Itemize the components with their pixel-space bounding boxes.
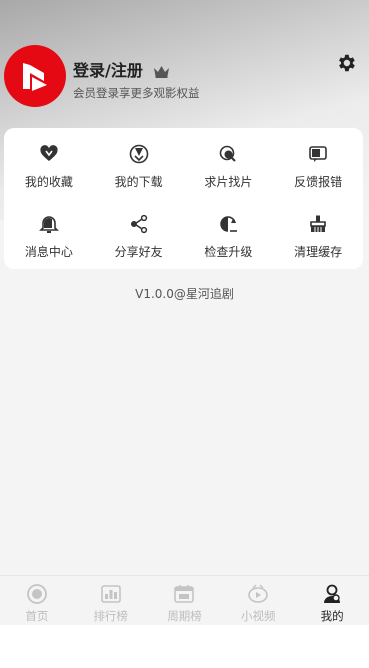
update-icon bbox=[218, 214, 238, 234]
tab-ranking[interactable]: 排行榜 bbox=[74, 576, 148, 625]
tab-label: 我的 bbox=[320, 609, 344, 623]
heart-icon bbox=[39, 144, 59, 164]
menu-item-clear-cache[interactable]: 清理缓存 bbox=[273, 198, 363, 268]
menu-item-label: 反馈报错 bbox=[294, 175, 343, 189]
bell-icon bbox=[38, 214, 59, 234]
avatar[interactable] bbox=[4, 45, 66, 107]
crown-icon bbox=[153, 63, 170, 78]
menu-item-share[interactable]: 分享好友 bbox=[94, 198, 184, 268]
home-icon bbox=[26, 584, 47, 604]
search-film-icon bbox=[218, 144, 238, 164]
gear-icon bbox=[339, 54, 355, 72]
short-video-icon bbox=[248, 584, 269, 603]
login-register-link[interactable]: 登录/注册 bbox=[73, 57, 170, 81]
menu-item-label: 消息中心 bbox=[24, 245, 73, 259]
tab-label: 小视频 bbox=[241, 609, 276, 623]
login-label: 登录/注册 bbox=[73, 61, 143, 80]
tab-short-video[interactable]: 小视频 bbox=[221, 576, 295, 625]
bottom-safe-area bbox=[0, 625, 369, 668]
menu-item-request-film[interactable]: 求片找片 bbox=[184, 128, 274, 198]
calendar-icon bbox=[174, 585, 195, 603]
login-subtitle: 会员登录享更多观影权益 bbox=[73, 86, 200, 100]
broom-icon bbox=[308, 214, 328, 234]
ranking-icon bbox=[100, 585, 121, 603]
profile-icon bbox=[324, 584, 341, 603]
menu-item-label: 我的收藏 bbox=[24, 175, 73, 189]
tab-label: 周期榜 bbox=[167, 609, 202, 623]
tab-period-ranking[interactable]: 周期榜 bbox=[148, 576, 222, 625]
feedback-icon bbox=[308, 144, 328, 164]
menu-card: 我的收藏 我的下载 求片找片 反馈报错 消息中心 分享好友 检查升级 清理缓存 bbox=[4, 128, 363, 269]
tab-label: 排行榜 bbox=[93, 609, 128, 623]
play-logo-icon bbox=[23, 63, 47, 91]
menu-item-check-update[interactable]: 检查升级 bbox=[184, 198, 274, 268]
menu-item-favorites[interactable]: 我的收藏 bbox=[4, 128, 94, 198]
bottom-tab-bar: 首页 排行榜 周期榜 小视频 我的 bbox=[0, 575, 369, 625]
tab-label: 首页 bbox=[25, 609, 49, 623]
tab-mine[interactable]: 我的 bbox=[295, 576, 369, 625]
menu-item-label: 检查升级 bbox=[204, 245, 253, 259]
share-icon bbox=[129, 214, 149, 234]
menu-item-label: 清理缓存 bbox=[294, 245, 343, 259]
menu-item-downloads[interactable]: 我的下载 bbox=[94, 128, 184, 198]
menu-item-feedback[interactable]: 反馈报错 bbox=[273, 128, 363, 198]
menu-item-label: 我的下载 bbox=[114, 175, 163, 189]
menu-item-messages[interactable]: 消息中心 bbox=[4, 198, 94, 268]
menu-item-label: 分享好友 bbox=[114, 245, 163, 259]
download-icon bbox=[129, 144, 149, 164]
menu-item-label: 求片找片 bbox=[204, 175, 253, 189]
settings-button[interactable] bbox=[335, 52, 357, 74]
version-text: V1.0.0@星河追剧 bbox=[135, 287, 234, 301]
tab-home[interactable]: 首页 bbox=[0, 576, 74, 625]
